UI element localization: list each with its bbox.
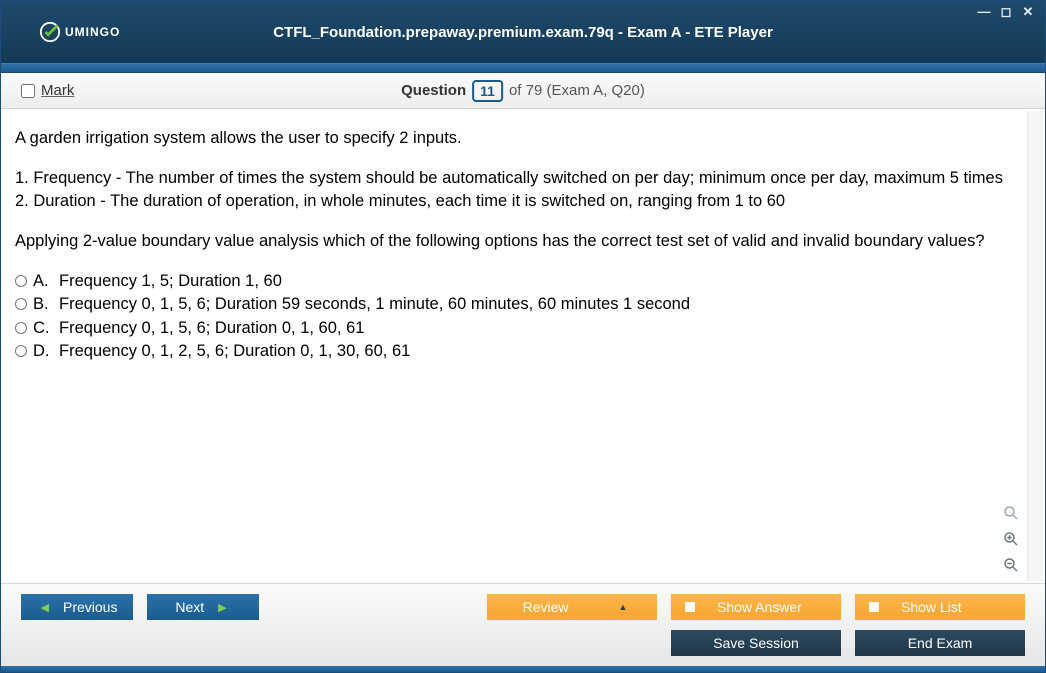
option-text: Frequency 0, 1, 5, 6; Duration 0, 1, 60,… bbox=[59, 317, 364, 339]
option-letter: D. bbox=[33, 340, 53, 362]
show-answer-button[interactable]: Show Answer bbox=[671, 594, 841, 620]
option-text: Frequency 0, 1, 2, 5, 6; Duration 0, 1, … bbox=[59, 340, 410, 362]
option-text: Frequency 0, 1, 5, 6; Duration 59 second… bbox=[59, 293, 690, 315]
next-label: Next bbox=[175, 599, 204, 615]
button-row-2: Save Session End Exam bbox=[21, 630, 1025, 656]
review-button[interactable]: Review ▲ bbox=[487, 594, 657, 620]
question-position: Question 11 of 79 (Exam A, Q20) bbox=[401, 80, 645, 102]
window-controls: — ◻ ✕ bbox=[977, 5, 1035, 19]
chevron-left-icon: ◀ bbox=[41, 601, 49, 614]
triangle-up-icon: ▲ bbox=[618, 602, 627, 612]
mark-label: Mark bbox=[41, 82, 74, 99]
question-text: A garden irrigation system allows the us… bbox=[15, 127, 1031, 252]
save-session-button[interactable]: Save Session bbox=[671, 630, 841, 656]
question-line1: 1. Frequency - The number of times the s… bbox=[15, 167, 1011, 189]
mark-checkbox[interactable]: Mark bbox=[21, 82, 74, 99]
question-prompt: Applying 2-value boundary value analysis… bbox=[15, 230, 1011, 252]
maximize-icon[interactable]: ◻ bbox=[999, 5, 1013, 19]
option-c-radio[interactable] bbox=[15, 322, 27, 334]
option-b-radio[interactable] bbox=[15, 298, 27, 310]
show-list-label: Show List bbox=[901, 599, 962, 615]
option-letter: C. bbox=[33, 317, 53, 339]
answer-options: A. Frequency 1, 5; Duration 1, 60 B. Fre… bbox=[15, 270, 1031, 362]
option-letter: A. bbox=[33, 270, 53, 292]
end-exam-button[interactable]: End Exam bbox=[855, 630, 1025, 656]
question-content: A garden irrigation system allows the us… bbox=[1, 109, 1045, 583]
option-c[interactable]: C. Frequency 0, 1, 5, 6; Duration 0, 1, … bbox=[15, 317, 1031, 339]
stop-icon bbox=[869, 602, 879, 612]
chevron-right-icon: ▶ bbox=[218, 601, 226, 614]
previous-button[interactable]: ◀ Previous bbox=[21, 594, 133, 620]
previous-label: Previous bbox=[63, 599, 117, 615]
divider-strip bbox=[1, 63, 1045, 73]
bottom-strip bbox=[1, 666, 1045, 672]
minimize-icon[interactable]: — bbox=[977, 5, 991, 19]
button-row-1: ◀ Previous Next ▶ Review ▲ Show Answer S… bbox=[21, 594, 1025, 620]
question-total: of 79 (Exam A, Q20) bbox=[509, 82, 645, 99]
question-label: Question bbox=[401, 82, 466, 99]
zoom-in-icon[interactable] bbox=[1001, 529, 1021, 549]
option-a[interactable]: A. Frequency 1, 5; Duration 1, 60 bbox=[15, 270, 1031, 292]
show-answer-label: Show Answer bbox=[717, 599, 802, 615]
button-bar: ◀ Previous Next ▶ Review ▲ Show Answer S… bbox=[1, 583, 1045, 666]
stop-icon bbox=[685, 602, 695, 612]
question-intro: A garden irrigation system allows the us… bbox=[15, 127, 1011, 149]
question-number-box[interactable]: 11 bbox=[472, 80, 503, 102]
save-session-label: Save Session bbox=[713, 635, 799, 651]
next-button[interactable]: Next ▶ bbox=[147, 594, 259, 620]
question-line2: 2. Duration - The duration of operation,… bbox=[15, 190, 1011, 212]
title-bar: UMINGO CTFL_Foundation.prepaway.premium.… bbox=[1, 1, 1045, 63]
scrollbar[interactable] bbox=[1027, 111, 1043, 581]
search-icon[interactable] bbox=[1001, 503, 1021, 523]
window-title: CTFL_Foundation.prepaway.premium.exam.79… bbox=[273, 24, 773, 41]
zoom-tools bbox=[1001, 503, 1021, 575]
brand-text: UMINGO bbox=[65, 25, 120, 39]
review-label: Review bbox=[523, 599, 569, 615]
show-list-button[interactable]: Show List bbox=[855, 594, 1025, 620]
option-a-radio[interactable] bbox=[15, 275, 27, 287]
mark-checkbox-input[interactable] bbox=[21, 84, 35, 98]
checkmark-icon bbox=[39, 21, 61, 43]
zoom-out-icon[interactable] bbox=[1001, 555, 1021, 575]
app-logo: UMINGO bbox=[39, 21, 120, 43]
option-text: Frequency 1, 5; Duration 1, 60 bbox=[59, 270, 282, 292]
end-exam-label: End Exam bbox=[908, 635, 973, 651]
option-d-radio[interactable] bbox=[15, 345, 27, 357]
option-letter: B. bbox=[33, 293, 53, 315]
option-d[interactable]: D. Frequency 0, 1, 2, 5, 6; Duration 0, … bbox=[15, 340, 1031, 362]
question-header-bar: Mark Question 11 of 79 (Exam A, Q20) bbox=[1, 73, 1045, 109]
option-b[interactable]: B. Frequency 0, 1, 5, 6; Duration 59 sec… bbox=[15, 293, 1031, 315]
close-icon[interactable]: ✕ bbox=[1021, 5, 1035, 19]
